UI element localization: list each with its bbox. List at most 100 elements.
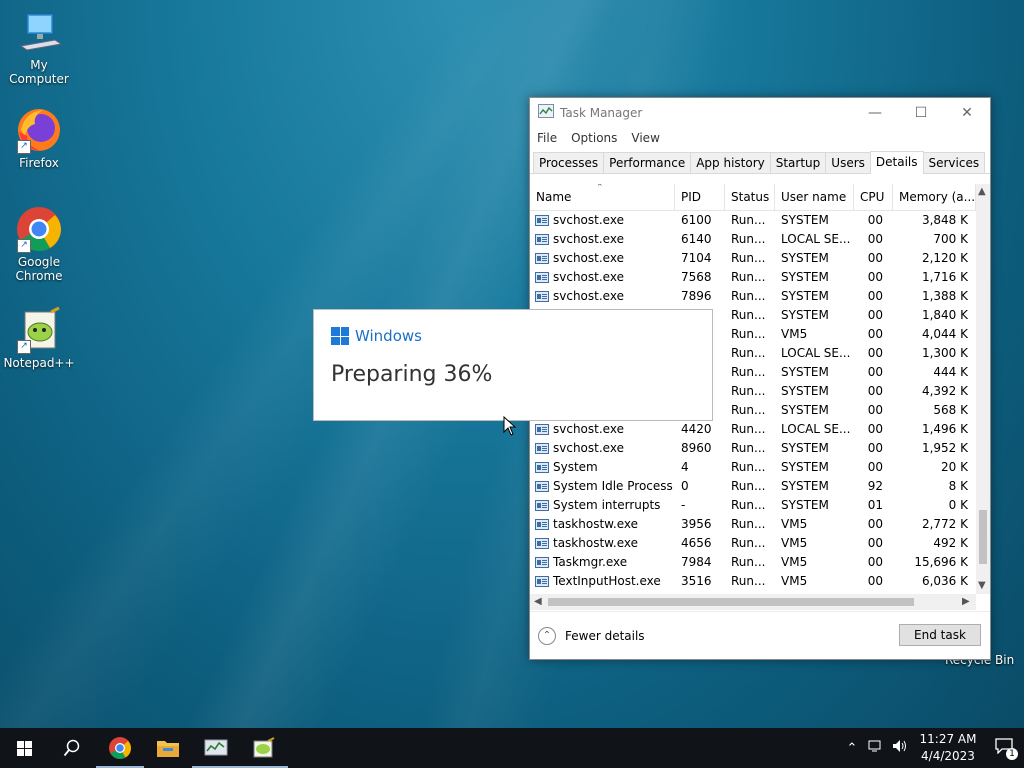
menu-options[interactable]: Options (571, 131, 617, 145)
table-row[interactable]: svchost.exe 8960 Run... SYSTEM 00 1,952 K (530, 439, 976, 458)
scroll-right-icon[interactable]: ▶ (962, 596, 970, 607)
cell-cpu: 00 (867, 517, 883, 531)
minimize-button[interactable]: — (852, 105, 898, 121)
volume-icon[interactable] (888, 739, 912, 757)
cell-memory: 1,388 K (921, 289, 968, 303)
cell-memory: 1,496 K (921, 422, 968, 436)
process-icon (535, 291, 549, 302)
scroll-left-icon[interactable]: ◀ (534, 596, 542, 607)
column-header-status[interactable]: Status (725, 184, 775, 210)
column-header-cpu[interactable]: CPU (854, 184, 893, 210)
preparing-message: Preparing 36% (331, 362, 493, 387)
desktop-icon-notepad-plus-plus[interactable]: ↗ Notepad++ (1, 306, 77, 370)
table-row[interactable]: taskhostw.exe 3956 Run... VM5 00 2,772 K (530, 515, 976, 534)
cell-cpu: 00 (867, 289, 883, 303)
horizontal-scroll-thumb[interactable] (548, 598, 914, 606)
desktop-icon-google-chrome[interactable]: ↗ Google Chrome (1, 205, 77, 283)
cell-memory: 15,696 K (914, 555, 968, 569)
process-name: svchost.exe (553, 441, 624, 455)
column-header-user-name[interactable]: User name (775, 184, 854, 210)
menu-file[interactable]: File (537, 131, 557, 145)
cell-memory: 20 K (941, 460, 968, 474)
process-icon (535, 576, 549, 587)
dialog-brand: Windows (355, 327, 422, 345)
cell-memory: 4,392 K (921, 384, 968, 398)
table-row[interactable]: svchost.exe 6140 Run... LOCAL SE... 00 700 K (530, 230, 976, 249)
task-manager-icon (538, 104, 554, 121)
cell-cpu: 00 (867, 308, 883, 322)
maximize-button[interactable]: ☐ (898, 105, 944, 121)
cell-user-name: LOCAL SE... (781, 232, 851, 246)
table-row[interactable]: taskhostw.exe 4656 Run... VM5 00 492 K (530, 534, 976, 553)
search-icon (63, 739, 80, 757)
fewer-details-button[interactable]: ⌃ Fewer details (538, 627, 645, 645)
cell-memory: 492 K (933, 536, 968, 550)
desktop-icon-firefox[interactable]: ↗ Firefox (1, 106, 77, 170)
tab-processes[interactable]: Processes (533, 152, 605, 173)
cell-pid: 7104 (681, 251, 712, 265)
cell-cpu: 00 (867, 574, 883, 588)
table-row[interactable]: System Idle Process 0 Run... SYSTEM 92 8 K (530, 477, 976, 496)
tab-users[interactable]: Users (825, 152, 871, 173)
taskbar-task-manager[interactable] (192, 728, 240, 768)
vertical-scrollbar[interactable]: ▲ ▼ (976, 184, 990, 594)
cell-memory: 700 K (933, 232, 968, 246)
table-row[interactable]: svchost.exe 7568 Run... SYSTEM 00 1,716 K (530, 268, 976, 287)
taskbar-notepad-plus-plus[interactable] (240, 728, 288, 768)
cell-name: TextInputHost.exe (530, 572, 675, 591)
table-row[interactable]: svchost.exe 7104 Run... SYSTEM 00 2,120 K (530, 249, 976, 268)
table-row[interactable]: System interrupts - Run... SYSTEM 01 0 K (530, 496, 976, 515)
table-header: Name ⌃ PID Status User name CPU Memory (a… (530, 184, 976, 211)
tab-services[interactable]: Services (922, 152, 986, 173)
scroll-up-icon[interactable]: ▲ (978, 186, 986, 197)
end-task-button[interactable]: End task (899, 624, 981, 646)
close-button[interactable]: ✕ (944, 105, 990, 121)
cell-pid: 8960 (681, 441, 712, 455)
chevron-up-icon[interactable]: ⌃ (840, 741, 864, 756)
clock[interactable]: 11:27 AM 4/4/2023 (912, 731, 984, 765)
horizontal-scrollbar[interactable]: ◀ ▶ (530, 594, 976, 610)
table-row[interactable]: TextInputHost.exe 3516 Run... VM5 00 6,036 K (530, 572, 976, 591)
cell-cpu: 00 (867, 232, 883, 246)
taskbar-chrome[interactable] (96, 728, 144, 768)
table-row[interactable]: Taskmgr.exe 7984 Run... VM5 00 15,696 K (530, 553, 976, 572)
chrome-icon: ↗ (15, 205, 63, 253)
cell-status: Run... (731, 232, 766, 246)
taskbar-file-explorer[interactable] (144, 728, 192, 768)
column-header-memory[interactable]: Memory (a... (893, 184, 976, 210)
menu-view[interactable]: View (631, 131, 659, 145)
network-icon[interactable] (864, 739, 888, 757)
tab-app-history[interactable]: App history (690, 152, 771, 173)
cell-cpu: 00 (867, 536, 883, 550)
table-row[interactable]: svchost.exe 7896 Run... SYSTEM 00 1,388 K (530, 287, 976, 306)
windows-start-icon (16, 740, 32, 756)
column-header-name[interactable]: Name ⌃ (530, 184, 675, 210)
process-name: svchost.exe (553, 251, 624, 265)
cell-user-name: VM5 (781, 555, 808, 569)
process-name: Taskmgr.exe (553, 555, 628, 569)
desktop-icon-my-computer[interactable]: My Computer (1, 8, 77, 86)
notification-count-badge: 1 (1006, 748, 1018, 760)
cell-cpu: 00 (867, 403, 883, 417)
tab-performance[interactable]: Performance (603, 152, 692, 173)
table-row[interactable]: svchost.exe 6100 Run... SYSTEM 00 3,848 K (530, 211, 976, 230)
vertical-scroll-thumb[interactable] (979, 510, 987, 564)
cell-pid: 7984 (681, 555, 712, 569)
notification-center-button[interactable]: 1 (984, 738, 1024, 760)
cell-status: Run... (731, 479, 766, 493)
process-icon (535, 272, 549, 283)
system-tray: ⌃ 11:27 AM 4/4/2023 1 (840, 728, 1024, 768)
cell-user-name: SYSTEM (781, 365, 829, 379)
scroll-down-icon[interactable]: ▼ (978, 580, 986, 591)
cell-status: Run... (731, 365, 766, 379)
tab-startup[interactable]: Startup (769, 152, 827, 173)
title-bar[interactable]: Task Manager — ☐ ✕ (530, 98, 990, 127)
cell-status: Run... (731, 251, 766, 265)
cell-user-name: SYSTEM (781, 479, 829, 493)
tab-details[interactable]: Details (869, 151, 924, 174)
column-header-pid[interactable]: PID (675, 184, 725, 210)
search-button[interactable] (48, 728, 96, 768)
table-row[interactable]: svchost.exe 4420 Run... LOCAL SE... 00 1,496 … (530, 420, 976, 439)
table-row[interactable]: System 4 Run... SYSTEM 00 20 K (530, 458, 976, 477)
start-button[interactable] (0, 728, 48, 768)
